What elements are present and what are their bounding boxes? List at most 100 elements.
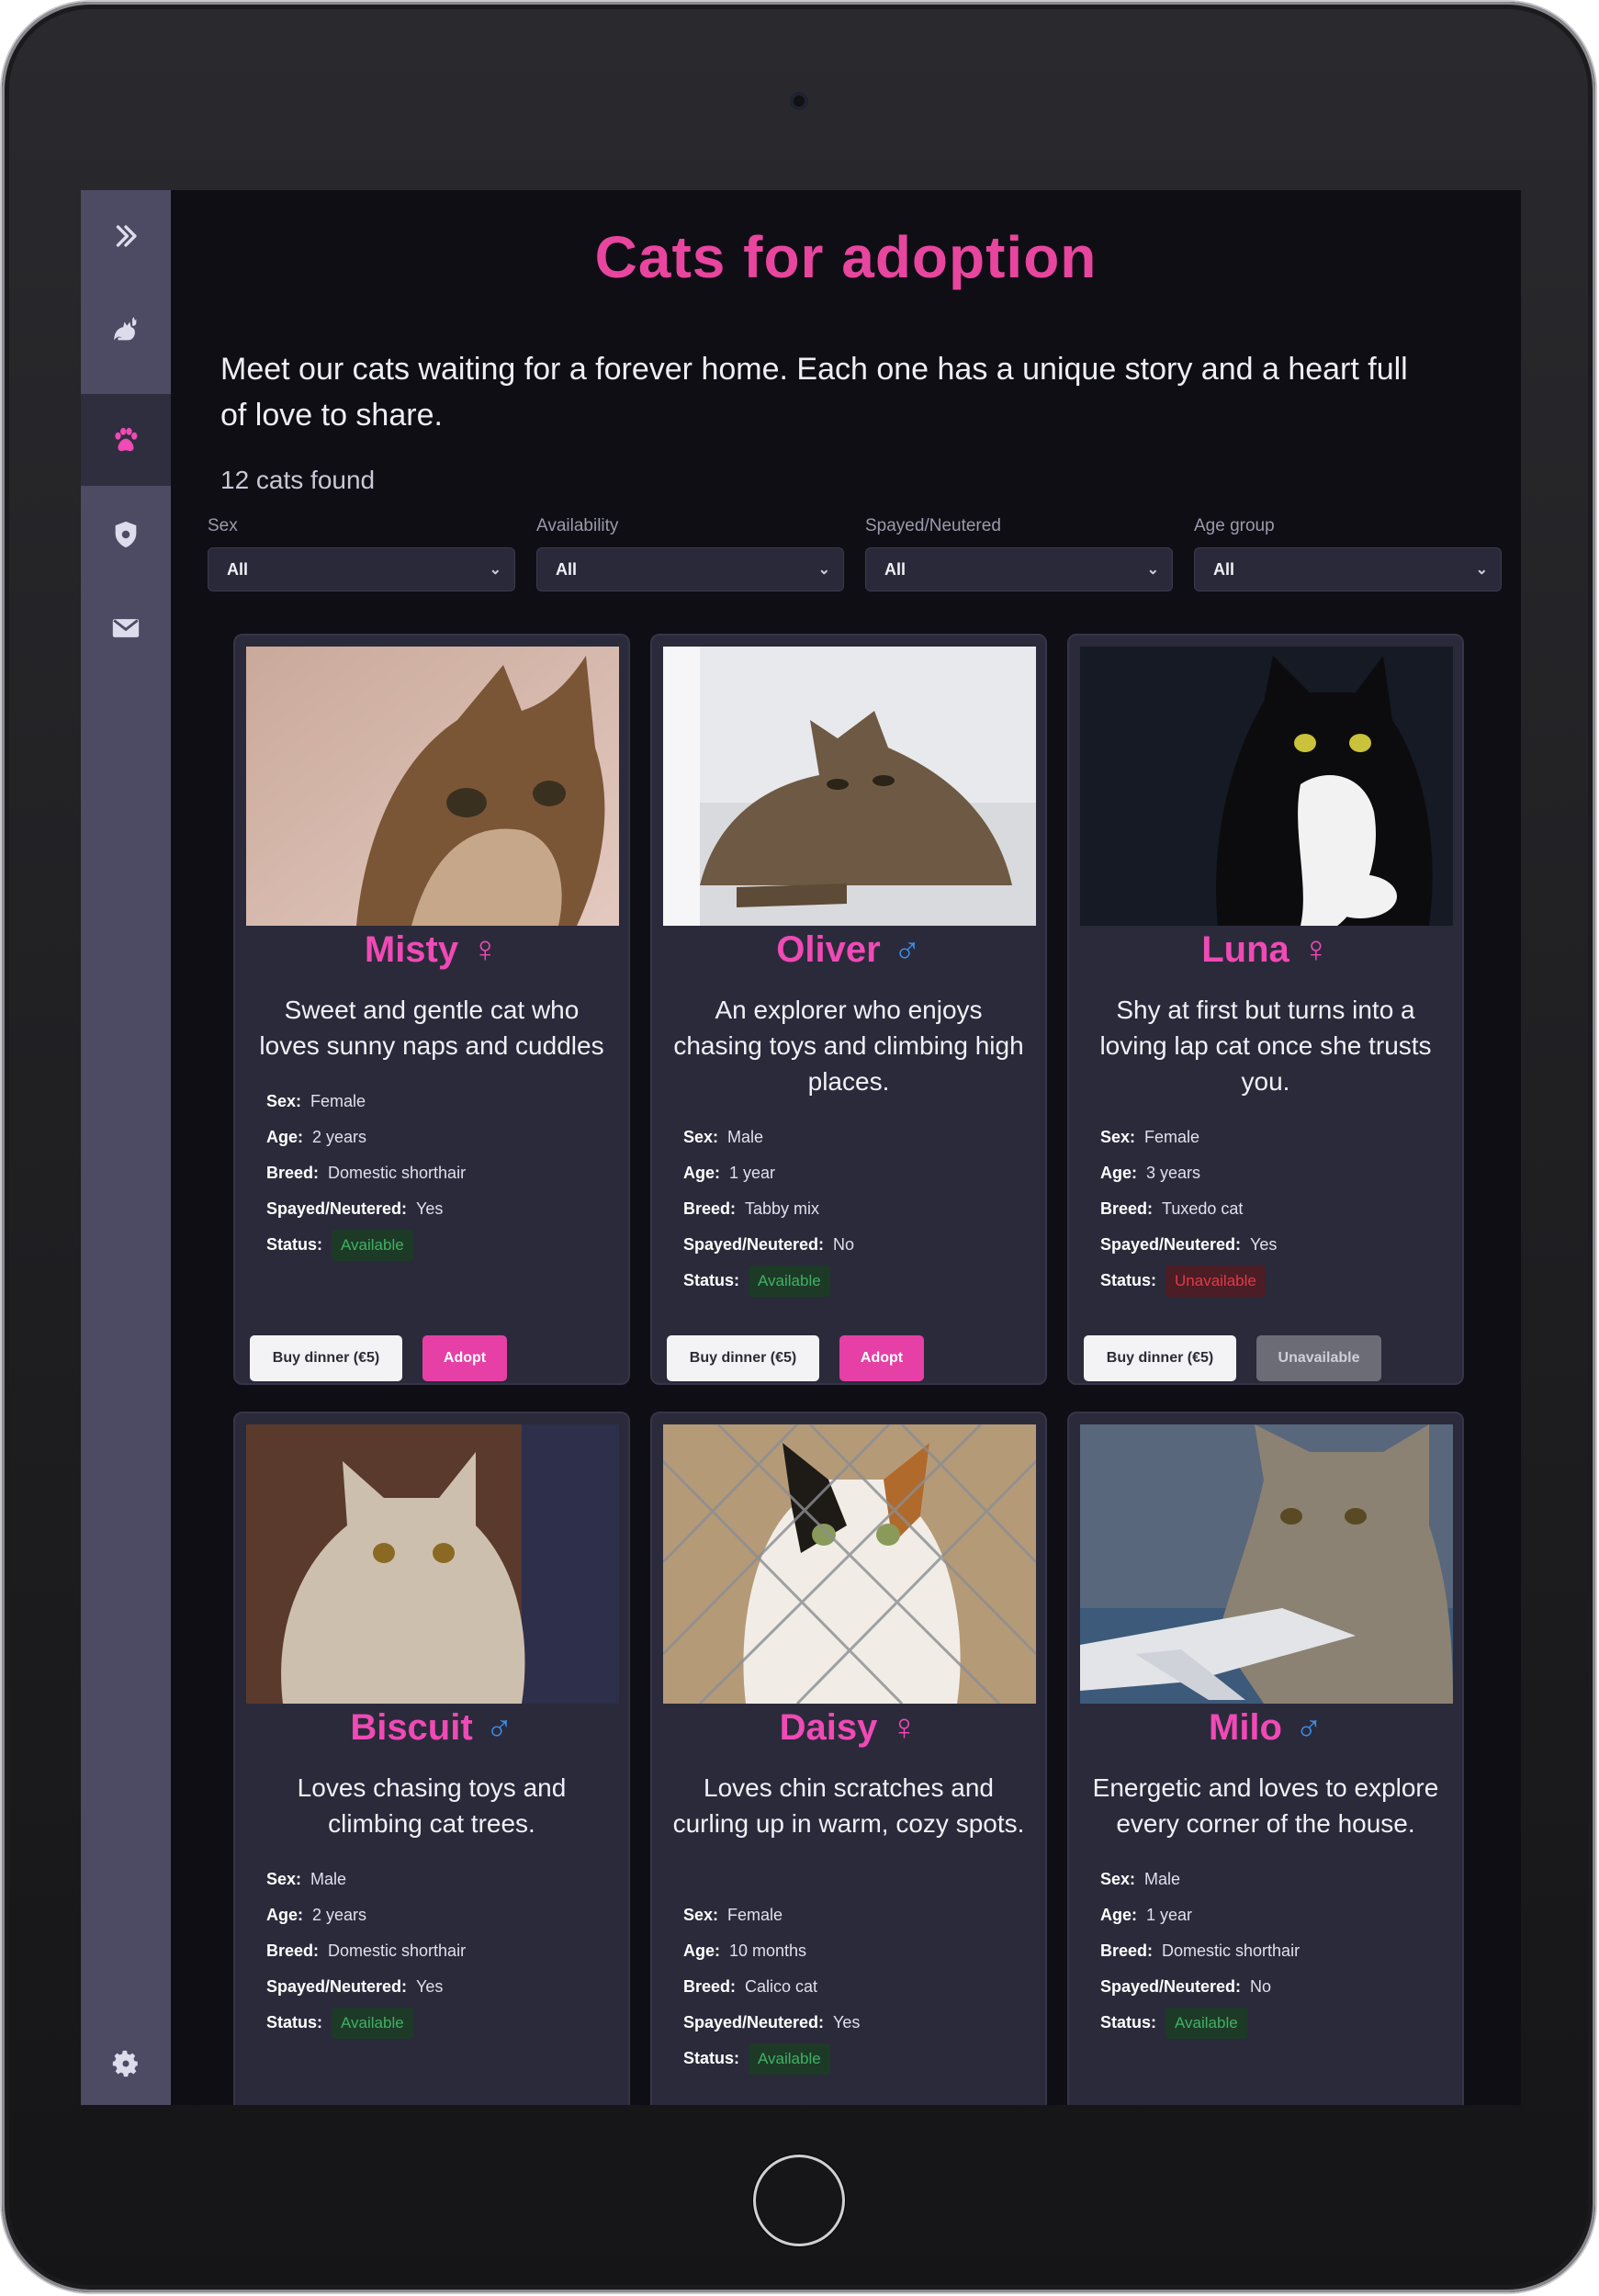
card-actions: Buy dinner (€5) Unavailable bbox=[1084, 1335, 1381, 1381]
fact-label: Spayed/Neutered: bbox=[683, 2013, 825, 2032]
fact-label: Status: bbox=[1100, 1271, 1157, 1289]
fact-label: Breed: bbox=[266, 1164, 320, 1182]
fact-label: Sex: bbox=[1100, 1870, 1136, 1888]
fact-value: Domestic shorthair bbox=[328, 1164, 467, 1182]
filter-label: Sex bbox=[208, 516, 238, 535]
cat-description: Loves chasing toys and climbing cat tree… bbox=[297, 1773, 567, 1838]
status-badge: Unavailable bbox=[1165, 1266, 1266, 1298]
fact-spayed: Spayed/Neutered: No bbox=[683, 1227, 854, 1263]
fact-status: Status: Available bbox=[266, 2005, 466, 2041]
sidebar-item-shield[interactable] bbox=[81, 489, 171, 580]
sidebar-item-paw[interactable] bbox=[81, 394, 171, 486]
fact-label: Age: bbox=[1100, 1164, 1137, 1182]
lying-tabby-photo bbox=[663, 647, 1036, 926]
cat-card-luna: Luna ♀ Shy at first but turns into a lovi… bbox=[1067, 634, 1464, 1385]
status-badge: Available bbox=[749, 1266, 830, 1298]
status-badge: Available bbox=[749, 2043, 830, 2076]
adopt-button[interactable]: Adopt bbox=[839, 1335, 924, 1381]
sidebar bbox=[81, 190, 171, 2105]
fact-sex: Sex: Male bbox=[1100, 1862, 1300, 1897]
fact-spayed: Spayed/Neutered: Yes bbox=[266, 1191, 466, 1227]
fact-value: 1 year bbox=[1146, 1906, 1193, 1924]
cat-name: Biscuit bbox=[350, 1707, 473, 1748]
fact-value: Female bbox=[310, 1092, 366, 1110]
fact-label: Status: bbox=[266, 2013, 323, 2032]
cat-card-daisy: Daisy ♀ Loves chin scratches and curling … bbox=[650, 1412, 1047, 2105]
cat-card-oliver: Oliver ♂ An explorer who enjoys chasing t… bbox=[650, 634, 1047, 1385]
fact-status: Status: Available bbox=[683, 1263, 854, 1299]
fluffy-cream-cat-photo bbox=[246, 1424, 619, 1704]
fact-sex: Sex: Female bbox=[683, 1897, 860, 1933]
page-title: Cats for adoption bbox=[594, 224, 1098, 290]
fact-age: Age: 2 years bbox=[266, 1897, 466, 1933]
fact-value: Calico cat bbox=[745, 1977, 818, 1996]
unavailable-button[interactable]: Unavailable bbox=[1256, 1335, 1381, 1381]
fact-label: Breed: bbox=[266, 1941, 320, 1960]
cat-name: Luna bbox=[1201, 929, 1289, 970]
cat-name: Oliver bbox=[776, 929, 881, 970]
fact-label: Sex: bbox=[683, 1906, 719, 1924]
chevron-down-icon: ⌄ bbox=[1146, 562, 1159, 578]
buy-dinner-button[interactable]: Buy dinner (€5) bbox=[1084, 1335, 1236, 1381]
cat-card-milo: Milo ♂ Energetic and loves to explore eve… bbox=[1067, 1412, 1464, 2105]
status-badge: Available bbox=[332, 1230, 413, 1262]
male-icon: ♂ bbox=[485, 1707, 513, 1748]
sidebar-item-settings[interactable] bbox=[81, 2018, 171, 2105]
cat-name-row: Biscuit ♂ bbox=[235, 1707, 628, 1749]
sidebar-item-mail[interactable] bbox=[81, 582, 171, 674]
filter-spayed: Spayed/Neutered All ⌄ bbox=[865, 516, 1173, 591]
fact-value: 2 years bbox=[312, 1906, 367, 1924]
grey-tabby-photo bbox=[1080, 1424, 1453, 1704]
fact-label: Breed: bbox=[683, 1199, 737, 1218]
sidebar-expand-button[interactable] bbox=[81, 190, 171, 282]
fact-label: Status: bbox=[266, 1235, 323, 1254]
cat-name-row: Milo ♂ bbox=[1069, 1707, 1462, 1749]
buy-dinner-button[interactable]: Buy dinner (€5) bbox=[250, 1335, 402, 1381]
spayed-select[interactable]: All ⌄ bbox=[865, 547, 1173, 591]
fact-value: No bbox=[1250, 1977, 1272, 1996]
fact-breed: Breed: Domestic shorthair bbox=[1100, 1933, 1300, 1969]
screen: Cats for adoption Meet our cats waiting … bbox=[81, 190, 1521, 2105]
fact-label: Spayed/Neutered: bbox=[1100, 1977, 1242, 1996]
availability-select[interactable]: All ⌄ bbox=[536, 547, 844, 591]
paw-icon bbox=[115, 427, 138, 452]
age-group-select[interactable]: All ⌄ bbox=[1194, 547, 1502, 591]
camera-dot bbox=[790, 92, 808, 110]
fact-label: Spayed/Neutered: bbox=[1100, 1235, 1242, 1254]
fact-label: Sex: bbox=[1100, 1128, 1136, 1146]
cat-name-row: Luna ♀ bbox=[1069, 929, 1462, 971]
sidebar-item-cats[interactable] bbox=[81, 284, 171, 376]
cat-description: Shy at first but turns into a loving lap… bbox=[1099, 996, 1432, 1096]
fact-value: 10 months bbox=[729, 1941, 807, 1960]
select-value: All bbox=[227, 559, 249, 579]
male-icon: ♂ bbox=[893, 929, 921, 970]
gear-icon bbox=[112, 2050, 138, 2077]
select-value: All bbox=[884, 559, 906, 579]
cat-card-biscuit: Biscuit ♂ Loves chasing toys and climbing… bbox=[233, 1412, 630, 2105]
fact-label: Spayed/Neutered: bbox=[266, 1977, 408, 1996]
cat-description: Loves chin scratches and curling up in w… bbox=[672, 1773, 1025, 1838]
calico-cat-photo bbox=[663, 1424, 1036, 1704]
fact-spayed: Spayed/Neutered: Yes bbox=[266, 1969, 466, 2005]
fact-value: Yes bbox=[416, 1977, 444, 1996]
fact-label: Sex: bbox=[266, 1092, 302, 1110]
fact-value: 1 year bbox=[729, 1164, 776, 1182]
fact-label: Status: bbox=[683, 2049, 740, 2067]
fact-status: Status: Unavailable bbox=[1100, 1263, 1277, 1299]
fact-label: Age: bbox=[683, 1941, 720, 1960]
fact-age: Age: 1 year bbox=[1100, 1897, 1300, 1933]
fact-spayed: Spayed/Neutered: Yes bbox=[1100, 1227, 1277, 1263]
fact-label: Sex: bbox=[266, 1870, 302, 1888]
cat-name: Milo bbox=[1209, 1707, 1282, 1748]
fact-value: Male bbox=[1144, 1870, 1181, 1888]
fact-label: Age: bbox=[266, 1128, 303, 1146]
fact-sex: Sex: Female bbox=[1100, 1120, 1277, 1155]
fact-sex: Sex: Male bbox=[266, 1862, 466, 1897]
filter-label: Age group bbox=[1194, 516, 1275, 535]
sex-select[interactable]: All ⌄ bbox=[208, 547, 515, 591]
home-button[interactable] bbox=[753, 2155, 845, 2246]
buy-dinner-button[interactable]: Buy dinner (€5) bbox=[667, 1335, 819, 1381]
fact-label: Breed: bbox=[683, 1977, 737, 1996]
female-icon: ♀ bbox=[471, 929, 500, 970]
adopt-button[interactable]: Adopt bbox=[422, 1335, 507, 1381]
